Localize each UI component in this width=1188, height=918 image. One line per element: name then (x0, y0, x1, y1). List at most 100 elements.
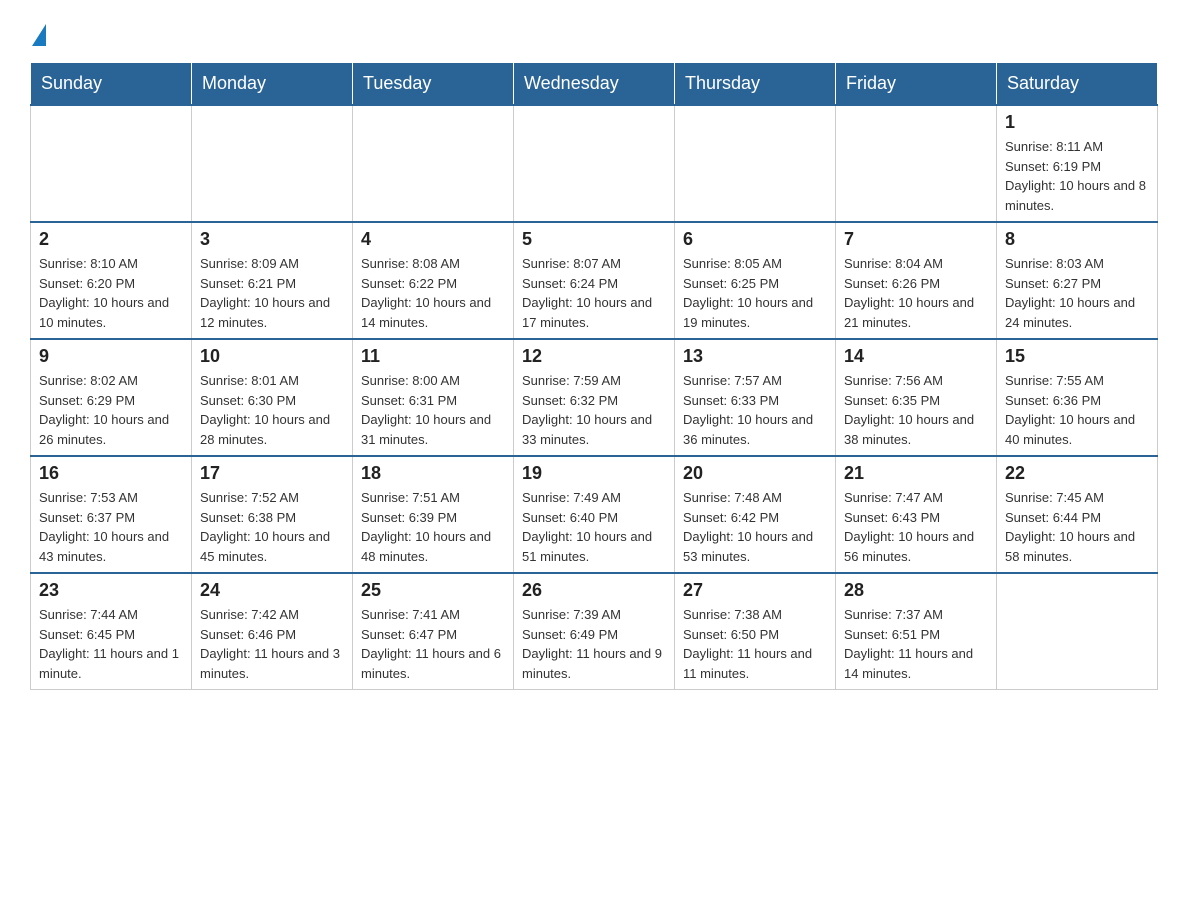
calendar-cell: 11 Sunrise: 8:00 AM Sunset: 6:31 PM Dayli… (353, 339, 514, 456)
day-info: Sunrise: 8:03 AM Sunset: 6:27 PM Dayligh… (1005, 254, 1149, 332)
calendar-cell (353, 105, 514, 222)
calendar-table: SundayMondayTuesdayWednesdayThursdayFrid… (30, 62, 1158, 690)
day-info: Sunrise: 7:48 AM Sunset: 6:42 PM Dayligh… (683, 488, 827, 566)
day-info: Sunrise: 8:05 AM Sunset: 6:25 PM Dayligh… (683, 254, 827, 332)
calendar-cell: 6 Sunrise: 8:05 AM Sunset: 6:25 PM Daylig… (675, 222, 836, 339)
calendar-cell: 24 Sunrise: 7:42 AM Sunset: 6:46 PM Dayli… (192, 573, 353, 690)
calendar-cell (836, 105, 997, 222)
weekday-header-friday: Friday (836, 63, 997, 106)
calendar-cell: 25 Sunrise: 7:41 AM Sunset: 6:47 PM Dayli… (353, 573, 514, 690)
day-info: Sunrise: 7:45 AM Sunset: 6:44 PM Dayligh… (1005, 488, 1149, 566)
day-number: 7 (844, 229, 988, 250)
calendar-cell (192, 105, 353, 222)
day-info: Sunrise: 7:37 AM Sunset: 6:51 PM Dayligh… (844, 605, 988, 683)
day-info: Sunrise: 7:52 AM Sunset: 6:38 PM Dayligh… (200, 488, 344, 566)
weekday-header-tuesday: Tuesday (353, 63, 514, 106)
day-number: 12 (522, 346, 666, 367)
calendar-cell: 22 Sunrise: 7:45 AM Sunset: 6:44 PM Dayli… (997, 456, 1158, 573)
calendar-cell: 9Sunrise: 8:02 AM Sunset: 6:29 PM Daylig… (31, 339, 192, 456)
day-info: Sunrise: 8:11 AM Sunset: 6:19 PM Dayligh… (1005, 137, 1149, 215)
day-number: 17 (200, 463, 344, 484)
day-info: Sunrise: 7:44 AM Sunset: 6:45 PM Dayligh… (39, 605, 183, 683)
calendar-cell: 26Sunrise: 7:39 AM Sunset: 6:49 PM Dayli… (514, 573, 675, 690)
day-number: 20 (683, 463, 827, 484)
calendar-cell: 27 Sunrise: 7:38 AM Sunset: 6:50 PM Dayli… (675, 573, 836, 690)
day-number: 4 (361, 229, 505, 250)
day-number: 11 (361, 346, 505, 367)
calendar-cell: 2 Sunrise: 8:10 AM Sunset: 6:20 PM Daylig… (31, 222, 192, 339)
calendar-week-row: 1 Sunrise: 8:11 AM Sunset: 6:19 PM Daylig… (31, 105, 1158, 222)
day-number: 23 (39, 580, 183, 601)
calendar-cell: 1 Sunrise: 8:11 AM Sunset: 6:19 PM Daylig… (997, 105, 1158, 222)
calendar-cell (997, 573, 1158, 690)
day-info: Sunrise: 8:01 AM Sunset: 6:30 PM Dayligh… (200, 371, 344, 449)
day-info: Sunrise: 7:47 AM Sunset: 6:43 PM Dayligh… (844, 488, 988, 566)
day-number: 10 (200, 346, 344, 367)
calendar-cell: 3Sunrise: 8:09 AM Sunset: 6:21 PM Daylig… (192, 222, 353, 339)
day-info: Sunrise: 7:51 AM Sunset: 6:39 PM Dayligh… (361, 488, 505, 566)
calendar-cell: 15 Sunrise: 7:55 AM Sunset: 6:36 PM Dayli… (997, 339, 1158, 456)
day-number: 6 (683, 229, 827, 250)
calendar-cell: 13Sunrise: 7:57 AM Sunset: 6:33 PM Dayli… (675, 339, 836, 456)
calendar-cell (31, 105, 192, 222)
calendar-cell: 12 Sunrise: 7:59 AM Sunset: 6:32 PM Dayli… (514, 339, 675, 456)
day-number: 15 (1005, 346, 1149, 367)
logo (30, 20, 46, 42)
day-info: Sunrise: 7:39 AM Sunset: 6:49 PM Dayligh… (522, 605, 666, 683)
day-info: Sunrise: 8:07 AM Sunset: 6:24 PM Dayligh… (522, 254, 666, 332)
day-info: Sunrise: 7:38 AM Sunset: 6:50 PM Dayligh… (683, 605, 827, 683)
calendar-cell: 10 Sunrise: 8:01 AM Sunset: 6:30 PM Dayli… (192, 339, 353, 456)
calendar-cell: 8 Sunrise: 8:03 AM Sunset: 6:27 PM Daylig… (997, 222, 1158, 339)
weekday-header-wednesday: Wednesday (514, 63, 675, 106)
logo-triangle-icon (32, 24, 46, 46)
weekday-header-saturday: Saturday (997, 63, 1158, 106)
calendar-cell: 7 Sunrise: 8:04 AM Sunset: 6:26 PM Daylig… (836, 222, 997, 339)
day-info: Sunrise: 8:00 AM Sunset: 6:31 PM Dayligh… (361, 371, 505, 449)
day-number: 2 (39, 229, 183, 250)
day-info: Sunrise: 7:53 AM Sunset: 6:37 PM Dayligh… (39, 488, 183, 566)
day-number: 1 (1005, 112, 1149, 133)
calendar-cell: 23 Sunrise: 7:44 AM Sunset: 6:45 PM Dayli… (31, 573, 192, 690)
calendar-header-row: SundayMondayTuesdayWednesdayThursdayFrid… (31, 63, 1158, 106)
day-number: 19 (522, 463, 666, 484)
day-info: Sunrise: 7:42 AM Sunset: 6:46 PM Dayligh… (200, 605, 344, 683)
day-info: Sunrise: 8:10 AM Sunset: 6:20 PM Dayligh… (39, 254, 183, 332)
calendar-cell: 21 Sunrise: 7:47 AM Sunset: 6:43 PM Dayli… (836, 456, 997, 573)
day-number: 8 (1005, 229, 1149, 250)
calendar-cell: 18 Sunrise: 7:51 AM Sunset: 6:39 PM Dayli… (353, 456, 514, 573)
day-number: 24 (200, 580, 344, 601)
day-info: Sunrise: 7:55 AM Sunset: 6:36 PM Dayligh… (1005, 371, 1149, 449)
calendar-week-row: 16Sunrise: 7:53 AM Sunset: 6:37 PM Dayli… (31, 456, 1158, 573)
day-number: 18 (361, 463, 505, 484)
weekday-header-thursday: Thursday (675, 63, 836, 106)
calendar-week-row: 2 Sunrise: 8:10 AM Sunset: 6:20 PM Daylig… (31, 222, 1158, 339)
calendar-week-row: 9Sunrise: 8:02 AM Sunset: 6:29 PM Daylig… (31, 339, 1158, 456)
day-number: 14 (844, 346, 988, 367)
weekday-header-monday: Monday (192, 63, 353, 106)
day-info: Sunrise: 7:41 AM Sunset: 6:47 PM Dayligh… (361, 605, 505, 683)
calendar-cell: 20 Sunrise: 7:48 AM Sunset: 6:42 PM Dayli… (675, 456, 836, 573)
calendar-cell (514, 105, 675, 222)
calendar-cell: 14 Sunrise: 7:56 AM Sunset: 6:35 PM Dayli… (836, 339, 997, 456)
day-number: 27 (683, 580, 827, 601)
day-number: 25 (361, 580, 505, 601)
calendar-cell (675, 105, 836, 222)
calendar-cell: 4 Sunrise: 8:08 AM Sunset: 6:22 PM Daylig… (353, 222, 514, 339)
day-number: 5 (522, 229, 666, 250)
day-number: 28 (844, 580, 988, 601)
day-number: 22 (1005, 463, 1149, 484)
day-info: Sunrise: 8:08 AM Sunset: 6:22 PM Dayligh… (361, 254, 505, 332)
weekday-header-sunday: Sunday (31, 63, 192, 106)
calendar-week-row: 23 Sunrise: 7:44 AM Sunset: 6:45 PM Dayli… (31, 573, 1158, 690)
day-number: 3 (200, 229, 344, 250)
calendar-cell: 17 Sunrise: 7:52 AM Sunset: 6:38 PM Dayli… (192, 456, 353, 573)
calendar-cell: 19 Sunrise: 7:49 AM Sunset: 6:40 PM Dayli… (514, 456, 675, 573)
calendar-cell: 16Sunrise: 7:53 AM Sunset: 6:37 PM Dayli… (31, 456, 192, 573)
day-info: Sunrise: 7:56 AM Sunset: 6:35 PM Dayligh… (844, 371, 988, 449)
day-info: Sunrise: 7:59 AM Sunset: 6:32 PM Dayligh… (522, 371, 666, 449)
day-info: Sunrise: 7:49 AM Sunset: 6:40 PM Dayligh… (522, 488, 666, 566)
day-number: 13 (683, 346, 827, 367)
page-header (30, 20, 1158, 42)
day-info: Sunrise: 8:04 AM Sunset: 6:26 PM Dayligh… (844, 254, 988, 332)
day-number: 21 (844, 463, 988, 484)
